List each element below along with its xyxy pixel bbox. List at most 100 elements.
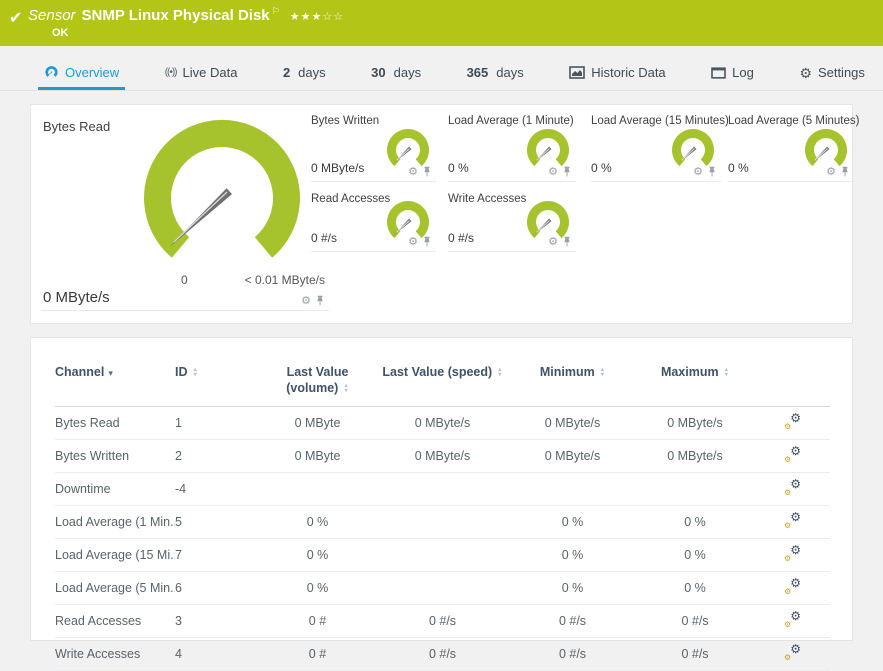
channel-id: 5 [175,505,260,539]
gear-icon[interactable]: ⚙ [408,237,418,248]
table-row[interactable]: Write Accesses 4 0 # 0 #/s 0 #/s 0 #/s ⚙… [55,637,830,671]
channel-last-volume: 0 MByte [260,439,375,473]
channel-name: Load Average (15 Mi... [55,538,175,572]
column-header-id[interactable]: ID ▲ ▼ [175,358,260,407]
channel-minimum [510,472,635,506]
table-row[interactable]: Bytes Read 1 0 MByte 0 MByte/s 0 MByte/s… [55,406,830,440]
channel-minimum: 0 % [510,538,635,572]
edit-channel-icon[interactable]: ⚙ ⚙ [784,477,801,497]
table-row[interactable]: Load Average (1 Min... 5 0 % 0 % 0 % ⚙ ⚙ [55,505,830,539]
flag-icon[interactable]: ⚐ [272,6,280,16]
column-header-maximum[interactable]: Maximum ▲ ▼ [635,358,755,407]
column-header-last-volume[interactable]: Last Value (volume) ▲ ▼ [260,358,375,407]
small-gauge-value: 0 % [728,161,749,175]
gear-icon[interactable]: ⚙ [826,167,836,178]
tab-2-days[interactable]: 2 days [277,65,332,90]
small-gauge-cell: Read Accesses 0 #/s ⚙ [311,191,436,252]
edit-channel-icon[interactable]: ⚙ ⚙ [784,411,801,431]
channel-minimum: 0 MByte/s [510,439,635,473]
channel-last-speed [375,538,510,572]
gear-icon[interactable]: ⚙ [301,296,311,307]
channel-maximum [635,472,755,506]
primary-gauge-title: Bytes Read [43,119,111,134]
table-row[interactable]: Read Accesses 3 0 # 0 #/s 0 #/s 0 #/s ⚙ ⚙ [55,604,830,638]
pin-icon[interactable] [707,166,717,178]
channel-last-volume [260,472,375,506]
channel-maximum: 0 % [635,505,755,539]
channel-name: Write Accesses [55,637,175,671]
tab-365-days[interactable]: 365 days [461,65,530,90]
edit-channel-icon[interactable]: ⚙ ⚙ [784,543,801,563]
channel-id: 6 [175,571,260,605]
tab-log[interactable]: Log [705,65,760,90]
sort-icon: ▲ ▼ [497,367,503,378]
table-row[interactable]: Load Average (15 Mi... 7 0 % 0 % 0 % ⚙ ⚙ [55,538,830,572]
tab-historic-data[interactable]: Historic Data [563,65,671,90]
tab-label: Overview [65,65,120,80]
channel-last-speed: 0 #/s [375,637,510,671]
tab-30-days[interactable]: 30 days [365,65,427,90]
broadcast-icon: ((•)) [164,67,178,78]
tab-bar: Overview ((•)) Live Data 2 days 30 days 36… [0,46,883,91]
channel-last-volume: 0 # [260,604,375,638]
primary-gauge-value: 0 MByte/s [43,289,110,306]
sort-desc-icon: ▾ [108,368,113,378]
table-row[interactable]: Load Average (5 Min... 6 0 % 0 % 0 % ⚙ ⚙ [55,571,830,605]
gear-icon[interactable]: ⚙ [408,167,418,178]
table-row[interactable]: Bytes Written 2 0 MByte 0 MByte/s 0 MByt… [55,439,830,473]
column-header-minimum[interactable]: Minimum ▲ ▼ [510,358,635,407]
small-gauge-value: 0 #/s [311,231,338,245]
small-gauge-cell: Load Average (5 Minutes) 0 % ⚙ [728,105,859,182]
channel-id: 2 [175,439,260,473]
gauge-scale-end: < 0.01 MByte/s [244,273,325,287]
channel-maximum: 0 % [635,571,755,605]
channel-table: Channel ▾ ID ▲ ▼ Last Value (volume) ▲ ▼ Last… [55,358,830,671]
channel-id: 7 [175,538,260,572]
tab-settings[interactable]: ⚙ Settings [793,65,871,90]
edit-channel-icon[interactable]: ⚙ ⚙ [784,510,801,530]
gauge-scale-start: 0 [181,273,188,287]
pin-icon[interactable] [422,166,432,178]
edit-channel-icon[interactable]: ⚙ ⚙ [784,642,801,662]
small-gauge-cell: Load Average (15 Minutes) 0 % ⚙ [591,105,729,182]
channel-id: 4 [175,637,260,671]
gear-icon[interactable]: ⚙ [548,167,558,178]
channel-table-panel: Channel ▾ ID ▲ ▼ Last Value (volume) ▲ ▼ Last… [30,337,853,671]
pin-icon[interactable] [562,166,572,178]
tab-label: Historic Data [591,65,666,80]
column-header-actions [755,358,830,407]
gear-icon[interactable]: ⚙ [548,237,558,248]
ok-check-icon: ✔ [9,10,23,27]
edit-channel-icon[interactable]: ⚙ ⚙ [784,444,801,464]
channel-name: Bytes Read [55,406,175,440]
channel-minimum: 0 MByte/s [510,406,635,440]
table-row[interactable]: Downtime -4 ⚙ ⚙ [55,472,830,506]
tab-overview[interactable]: Overview [38,65,126,90]
rating-stars[interactable]: ★★★☆☆ [290,11,344,23]
tab-live-data[interactable]: ((•)) Live Data [159,65,244,90]
channel-name: Read Accesses [55,604,175,638]
channel-last-speed: 0 #/s [375,604,510,638]
tab-number: 30 [371,65,386,80]
channel-minimum: 0 #/s [510,637,635,671]
object-kind-label: Sensor [28,7,76,24]
primary-gauge-cell: Bytes Read 0 < 0.01 MByte/s 0 MByte/s ⚙ [41,105,329,311]
tab-number: 2 [282,65,291,80]
pin-icon[interactable] [840,166,850,178]
column-header-last-speed[interactable]: Last Value (speed) ▲ ▼ [375,358,510,407]
channel-maximum: 0 % [635,538,755,572]
column-header-channel[interactable]: Channel ▾ [55,358,175,407]
channel-id: -4 [175,472,260,506]
channel-maximum: 0 MByte/s [635,406,755,440]
pin-icon[interactable] [315,295,325,307]
channel-name: Bytes Written [55,439,175,473]
pin-icon[interactable] [422,236,432,248]
gauges-panel: Bytes Read 0 < 0.01 MByte/s 0 MByte/s ⚙ … [30,104,859,324]
pin-icon[interactable] [562,236,572,248]
gear-icon[interactable]: ⚙ [693,167,703,178]
channel-last-volume: 0 % [260,505,375,539]
small-gauge-title: Read Accesses [311,193,391,205]
edit-channel-icon[interactable]: ⚙ ⚙ [784,609,801,629]
small-gauge-value: 0 % [448,161,469,175]
edit-channel-icon[interactable]: ⚙ ⚙ [784,576,801,596]
